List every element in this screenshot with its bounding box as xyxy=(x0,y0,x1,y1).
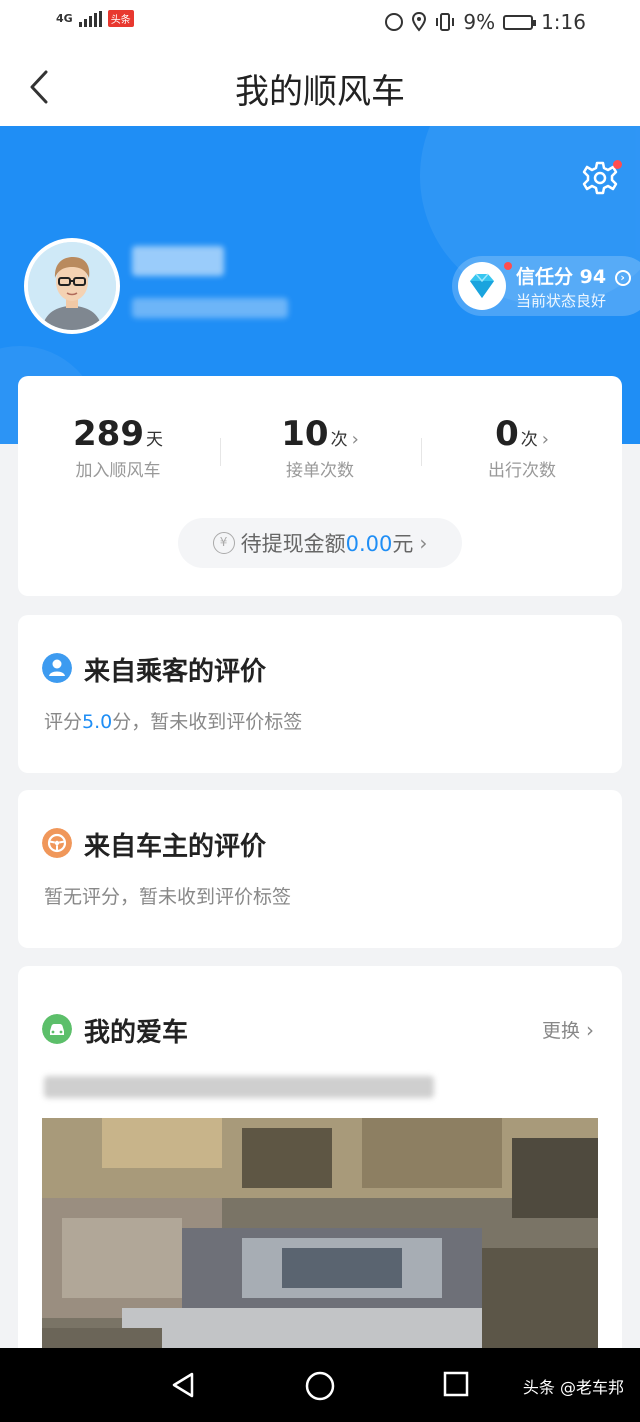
stat-unit: 天 xyxy=(145,430,163,450)
withdraw-amount: 0.00 xyxy=(345,532,393,556)
yen-icon: ¥ xyxy=(212,532,235,554)
page: 4G 头条 9% 1:16 我的顺风车 信任分 94 › 当前状态良好 289 … xyxy=(0,0,640,1422)
signal-icon xyxy=(78,10,102,27)
stat-label: 加入顺风车 xyxy=(75,461,161,481)
status-right: 9% 1:16 xyxy=(385,10,586,34)
my-car-card: 我的爱车 更换 › xyxy=(18,966,622,1366)
page-title: 我的顺风车 xyxy=(235,72,405,112)
avatar[interactable] xyxy=(24,238,120,334)
driver-review-title: 来自车主的评价 xyxy=(84,832,267,862)
battery-percent: 9% xyxy=(463,10,496,34)
chevron-right-icon: › xyxy=(351,429,359,450)
chevron-right-icon: › xyxy=(586,1018,594,1042)
trust-status: 当前状态良好 xyxy=(516,292,607,310)
blurred-username xyxy=(132,246,224,276)
system-nav-bar: 头条 @老车邦 xyxy=(0,1348,640,1422)
watermark: 头条 @老车邦 xyxy=(522,1378,624,1397)
chevron-right-icon: › xyxy=(541,429,549,450)
trust-score-badge[interactable]: 信任分 94 › 当前状态良好 xyxy=(452,256,640,316)
nav-back-icon[interactable] xyxy=(168,1370,198,1400)
nav-home-icon[interactable] xyxy=(304,1370,336,1402)
car-icon xyxy=(42,1014,72,1044)
chevron-right-icon: › xyxy=(419,531,428,555)
clock: 1:16 xyxy=(541,10,586,34)
notification-dot xyxy=(504,262,512,270)
passenger-icon xyxy=(42,653,72,683)
stat-label: 接单次数 xyxy=(286,461,354,481)
status-left: 4G 头条 xyxy=(56,10,134,27)
withdraw-label: 待提现金额 xyxy=(240,532,346,556)
battery-icon xyxy=(503,14,537,30)
chevron-right-icon: › xyxy=(614,270,631,286)
stat-unit: 次 xyxy=(520,430,538,450)
notification-dot xyxy=(613,160,622,169)
my-car-title: 我的爱车 xyxy=(84,1018,189,1048)
stat-value: 289 xyxy=(73,414,144,454)
stats-card: 289 天 加入顺风车 10 次 › 接单次数 0 次 › 出行次数 ¥ 待提现金额0.0… xyxy=(18,376,622,596)
passenger-review-title: 来自乘客的评价 xyxy=(84,657,267,687)
car-photo[interactable] xyxy=(42,1118,598,1366)
nav-bar: 我的顺风车 xyxy=(0,46,640,126)
location-icon xyxy=(412,12,427,32)
alarm-icon xyxy=(385,13,404,31)
vibrate-icon xyxy=(436,13,455,31)
stat-trip-count[interactable]: 0 次 › 出行次数 xyxy=(422,414,622,481)
stat-unit: 次 xyxy=(330,430,348,450)
driver-review-summary: 暂无评分，暂未收到评价标签 xyxy=(44,886,292,908)
stat-value: 0 xyxy=(495,414,519,454)
stat-value: 10 xyxy=(281,414,329,454)
withdraw-unit: 元 xyxy=(392,532,414,556)
avatar-illustration xyxy=(28,242,116,330)
car-photo-pixelated xyxy=(42,1118,598,1366)
change-car-link[interactable]: 更换 › xyxy=(542,1016,594,1043)
passenger-score: 5.0 xyxy=(82,711,113,733)
driver-review-card[interactable]: 来自车主的评价 暂无评分，暂未收到评价标签 xyxy=(18,790,622,948)
diamond-icon xyxy=(458,262,506,310)
nav-recents-icon[interactable] xyxy=(442,1370,470,1398)
network-type: 4G xyxy=(56,12,73,25)
stat-order-count[interactable]: 10 次 › 接单次数 xyxy=(220,414,420,481)
stat-label: 出行次数 xyxy=(488,461,556,481)
steering-wheel-icon xyxy=(42,828,72,858)
blurred-car-info xyxy=(44,1076,434,1098)
status-bar: 4G 头条 9% 1:16 xyxy=(0,0,640,46)
passenger-review-card[interactable]: 来自乘客的评价 评分5.0分，暂未收到评价标签 xyxy=(18,615,622,773)
blurred-user-info xyxy=(132,298,288,318)
passenger-review-summary: 评分5.0分，暂未收到评价标签 xyxy=(44,711,303,733)
withdraw-button[interactable]: ¥ 待提现金额0.00元 › xyxy=(178,518,462,568)
stat-join-days: 289 天 加入顺风车 xyxy=(18,414,218,481)
trust-score: 信任分 94 › xyxy=(516,262,631,289)
app-badge: 头条 xyxy=(107,10,134,27)
